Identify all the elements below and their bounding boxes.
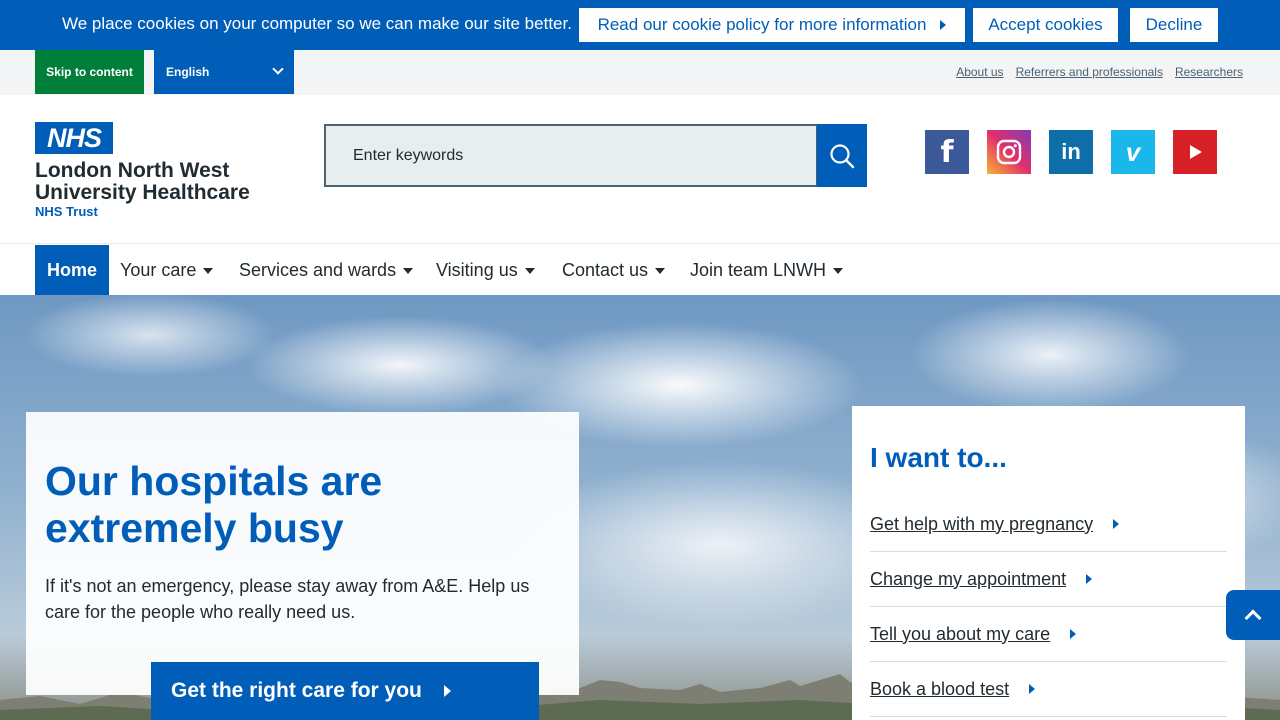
- search-button[interactable]: [817, 124, 867, 187]
- search-icon: [830, 143, 855, 168]
- get-right-care-button[interactable]: Get the right care for you: [151, 662, 539, 720]
- nav-contact-us[interactable]: Contact us: [562, 245, 666, 295]
- triangle-right-icon: [1029, 684, 1036, 694]
- pregnancy-help-link[interactable]: Get help with my pregnancy: [870, 497, 1227, 552]
- link-label: Get help with my pregnancy: [870, 513, 1094, 534]
- linkedin-icon[interactable]: in: [1049, 130, 1093, 174]
- org-name-line3: NHS Trust: [35, 204, 98, 219]
- instagram-icon[interactable]: [987, 130, 1031, 174]
- decline-cookies-button[interactable]: Decline: [1130, 8, 1218, 42]
- researchers-link[interactable]: Researchers: [1175, 65, 1243, 79]
- cookie-policy-label: Read our cookie policy for more informat…: [597, 15, 927, 34]
- utility-bar: Skip to content English About us Referre…: [0, 50, 1280, 95]
- nav-label: Services and wards: [239, 259, 397, 280]
- link-label: Tell you about my care: [870, 623, 1051, 644]
- language-select[interactable]: English: [154, 50, 294, 94]
- i-want-to-panel: I want to... Get help with my pregnancy …: [852, 406, 1245, 720]
- chevron-up-icon: [1244, 609, 1262, 627]
- vimeo-glyph: v: [1125, 136, 1141, 167]
- tell-about-care-link[interactable]: Tell you about my care: [870, 607, 1227, 662]
- caret-down-icon: [655, 268, 666, 274]
- link-label: Change my appointment: [870, 568, 1067, 589]
- nav-your-care[interactable]: Your care: [120, 245, 214, 295]
- nav-label: Your care: [120, 259, 197, 280]
- triangle-right-icon: [1070, 629, 1077, 639]
- caret-down-icon: [403, 268, 414, 274]
- nhs-logo[interactable]: NHS: [35, 122, 113, 154]
- play-icon: [1190, 145, 1202, 159]
- caret-down-icon: [833, 268, 844, 274]
- org-name-line2: University Healthcare: [35, 181, 250, 204]
- nav-label: Visiting us: [436, 259, 518, 280]
- caret-down-icon: [203, 268, 214, 274]
- vimeo-icon[interactable]: v: [1111, 130, 1155, 174]
- instagram-glyph: [996, 139, 1022, 165]
- triangle-right-icon: [1113, 519, 1120, 529]
- cookie-banner: We place cookies on your computer so we …: [0, 0, 1280, 50]
- hero-title: Our hospitals are extremely busy: [45, 458, 383, 551]
- change-appointment-link[interactable]: Change my appointment: [870, 552, 1227, 607]
- referrers-link[interactable]: Referrers and professionals: [1016, 65, 1163, 79]
- cookie-policy-button[interactable]: Read our cookie policy for more informat…: [579, 8, 965, 42]
- chevron-down-icon: [272, 63, 284, 75]
- facebook-glyph: f: [940, 134, 954, 170]
- nav-visiting-us[interactable]: Visiting us: [436, 245, 535, 295]
- nav-home[interactable]: Home: [35, 245, 110, 295]
- back-to-top-button[interactable]: [1226, 590, 1280, 640]
- skip-to-content-link[interactable]: Skip to content: [35, 50, 144, 94]
- language-value: English: [166, 65, 210, 79]
- cta-label: Get the right care for you: [171, 679, 422, 702]
- nav-label: Contact us: [562, 259, 649, 280]
- nav-services-and-wards[interactable]: Services and wards: [239, 245, 414, 295]
- accept-cookies-button[interactable]: Accept cookies: [973, 8, 1118, 42]
- caret-down-icon: [524, 268, 535, 274]
- search-input[interactable]: [324, 124, 818, 187]
- hero-text: If it's not an emergency, please stay aw…: [45, 576, 530, 622]
- i-want-to-title: I want to...: [870, 442, 1007, 473]
- nav-label: Join team LNWH: [690, 259, 827, 280]
- facebook-icon[interactable]: f: [925, 130, 969, 174]
- book-blood-test-link[interactable]: Book a blood test: [870, 662, 1227, 717]
- main-nav: Home Your care Services and wards Visiti…: [0, 244, 1280, 295]
- about-us-link[interactable]: About us: [956, 65, 1003, 79]
- linkedin-glyph: in: [1061, 139, 1081, 164]
- utility-links: About us Referrers and professionals Res…: [956, 65, 1243, 79]
- hero-banner: Our hospitals are extremely busy If it's…: [0, 295, 1280, 720]
- hero-message-card: Our hospitals are extremely busy If it's…: [26, 412, 579, 695]
- link-label: Book a blood test: [870, 678, 1010, 699]
- triangle-right-icon: [443, 685, 451, 697]
- org-name-line1: London North West: [35, 159, 230, 182]
- cookie-message: We place cookies on your computer so we …: [62, 14, 572, 33]
- site-header: NHS London North West University Healthc…: [0, 95, 1280, 244]
- youtube-icon[interactable]: [1173, 130, 1217, 174]
- triangle-right-icon: [940, 20, 947, 30]
- nav-join-team[interactable]: Join team LNWH: [690, 245, 844, 295]
- triangle-right-icon: [1086, 574, 1093, 584]
